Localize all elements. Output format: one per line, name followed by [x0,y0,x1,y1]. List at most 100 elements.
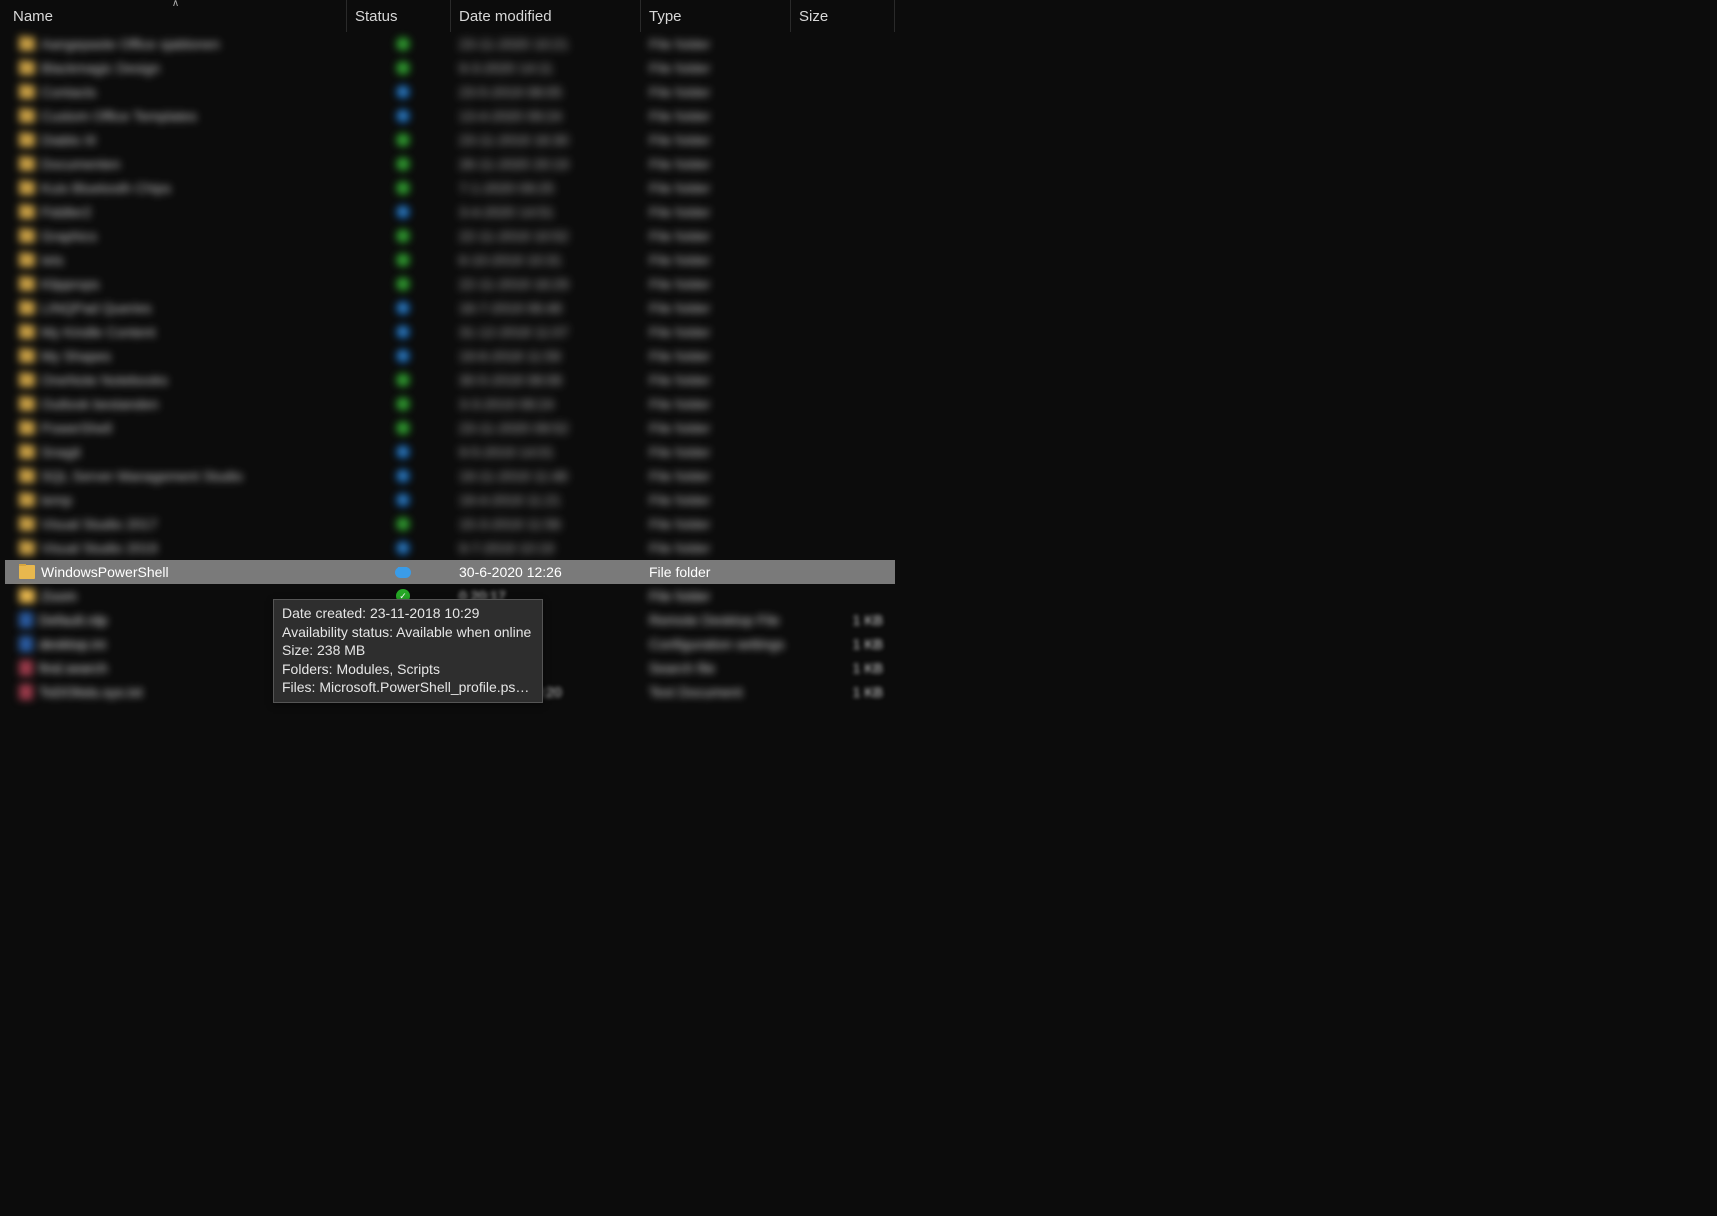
folder-icon [19,373,35,387]
folder-icon [19,85,35,99]
file-row[interactable]: My Shapes19-6-2018 11:59File folder [5,344,895,368]
file-name: Graphics [41,228,97,244]
file-row[interactable]: Visual Studio 2019 9-7-2019 10:19File fol… [5,536,895,560]
file-type: File folder [641,588,791,604]
column-label: Name [13,8,53,25]
file-type: Text Document [641,684,791,700]
file-name: My Kindle Content [41,324,155,340]
file-size: 1 KB [791,660,895,676]
sync-check-icon [396,397,410,411]
folder-icon [19,205,35,219]
sync-refresh-icon [396,493,410,507]
file-row[interactable]: PowerShell23-11-2020 09:52File folder [5,416,895,440]
file-type: File folder [641,420,791,436]
file-row[interactable]: Blackmagic Design9-3-2020 14:11File fold… [5,56,895,80]
file-row[interactable]: Diablo III23-11-2019 16:30File folder [5,128,895,152]
sync-check-icon [396,277,410,291]
file-row[interactable]: Aangepaste Office sjablonen23-11-2020 10… [5,32,895,56]
file-icon [19,684,33,700]
file-date: 3-4-2020 14:51 [451,204,641,220]
file-type: File folder [641,396,791,412]
folder-icon [19,565,35,579]
sync-refresh-icon [396,205,410,219]
file-name: Zoom [41,588,77,604]
column-header-type[interactable]: Type [641,0,791,32]
file-icon [19,660,33,676]
file-date: 22-11-2019 16:29 [451,276,641,292]
file-date: 23-11-2020 09:52 [451,420,641,436]
file-date: 19-11-2019 11:48 [451,468,641,484]
file-row[interactable]: temp19-4-2019 11:21File folder [5,488,895,512]
sync-check-icon [396,133,410,147]
file-type: File folder [641,492,791,508]
file-date: 15-3-2019 11:56 [451,516,641,532]
file-type: File folder [641,156,791,172]
file-row[interactable]: Visual Studio 201715-3-2019 11:56File fo… [5,512,895,536]
sync-refresh-icon [396,469,410,483]
file-row[interactable]: LINQPad Queries16-7-2019 06:48File folde… [5,296,895,320]
tooltip-line: Availability status: Available when onli… [282,623,534,642]
folder-icon [19,109,35,123]
file-type: Search file [641,660,791,676]
file-type: File folder [641,540,791,556]
file-type: File folder [641,108,791,124]
file-name: LINQPad Queries [41,300,152,316]
file-row[interactable]: Iets6-10-2019 10:31File folder [5,248,895,272]
file-size: 1 KB [791,612,895,628]
file-date: 19-6-2018 11:59 [451,348,641,364]
column-header-date[interactable]: Date modified [451,0,641,32]
folder-icon [19,421,35,435]
file-name: My Shapes [41,348,111,364]
folder-icon [19,517,35,531]
column-label: Status [355,8,398,25]
file-name: Blackmagic Design [41,60,160,76]
file-type: File folder [641,324,791,340]
folder-icon [19,253,35,267]
file-type: File folder [641,276,791,292]
sync-refresh-icon [396,85,410,99]
file-date: 26-11-2020 20:19 [451,156,641,172]
sync-check-icon [396,373,410,387]
file-date: 30-6-2020 12:26 [451,564,641,580]
file-row[interactable]: Snagit9-5-2019 14:01File folder [5,440,895,464]
file-name: Kuis Bluetooth Chips [41,180,171,196]
column-header-status[interactable]: Status [347,0,451,32]
file-name: Contacts [41,84,96,100]
file-row[interactable]: OneNote Notebooks 30-5-2018 08:08File fol… [5,368,895,392]
sync-refresh-icon [396,325,410,339]
file-type: File folder [641,372,791,388]
sync-refresh-icon [396,349,410,363]
file-row[interactable]: Klipprops22-11-2019 16:29File folder [5,272,895,296]
folder-icon [19,229,35,243]
file-name: Iets [41,252,64,268]
file-date: 30-5-2018 08:08 [451,372,641,388]
file-name: Fiddler2 [41,204,92,220]
sync-check-icon [396,61,410,75]
file-date: 23-11-2019 16:30 [451,132,641,148]
file-row[interactable]: Custom Office Templates13-4-2020 09:24Fi… [5,104,895,128]
file-type: File folder [641,444,791,460]
sort-indicator-icon: ∧ [172,0,179,9]
file-row[interactable]: Outlook bestanden3-3-2019 08:24File fold… [5,392,895,416]
folder-icon [19,589,35,603]
file-row[interactable]: My Kindle Content 31-12-2018 11:07File fo… [5,320,895,344]
file-row[interactable]: Graphics22-11-2019 10:52File folder [5,224,895,248]
file-row[interactable]: Contacts23-5-2019 08:05File folder [5,80,895,104]
file-name: Visual Studio 2019 [41,540,158,556]
file-name: Diablo III [41,132,96,148]
file-row[interactable]: Fiddler23-4-2020 14:51File folder [5,200,895,224]
file-row-selected[interactable]: WindowsPowerShell30-6-2020 12:26File fol… [5,560,895,584]
file-date: 9-7-2019 10:19 [451,540,641,556]
column-header-size[interactable]: Size [791,0,895,32]
file-date: 31-12-2018 11:07 [451,324,641,340]
file-row[interactable]: Kuis Bluetooth Chips7-1-2020 09:25File f… [5,176,895,200]
file-date: 13-4-2020 09:24 [451,108,641,124]
column-header-name[interactable]: Name ∧ [5,0,347,32]
file-row[interactable]: SQL Server Management Studio19-11-2019 1… [5,464,895,488]
file-type: Configuration settings [641,636,791,652]
file-type: File folder [641,252,791,268]
folder-icon [19,397,35,411]
file-name: OneNote Notebooks [41,372,168,388]
file-row[interactable]: Documenten26-11-2020 20:19File folder [5,152,895,176]
folder-icon [19,301,35,315]
